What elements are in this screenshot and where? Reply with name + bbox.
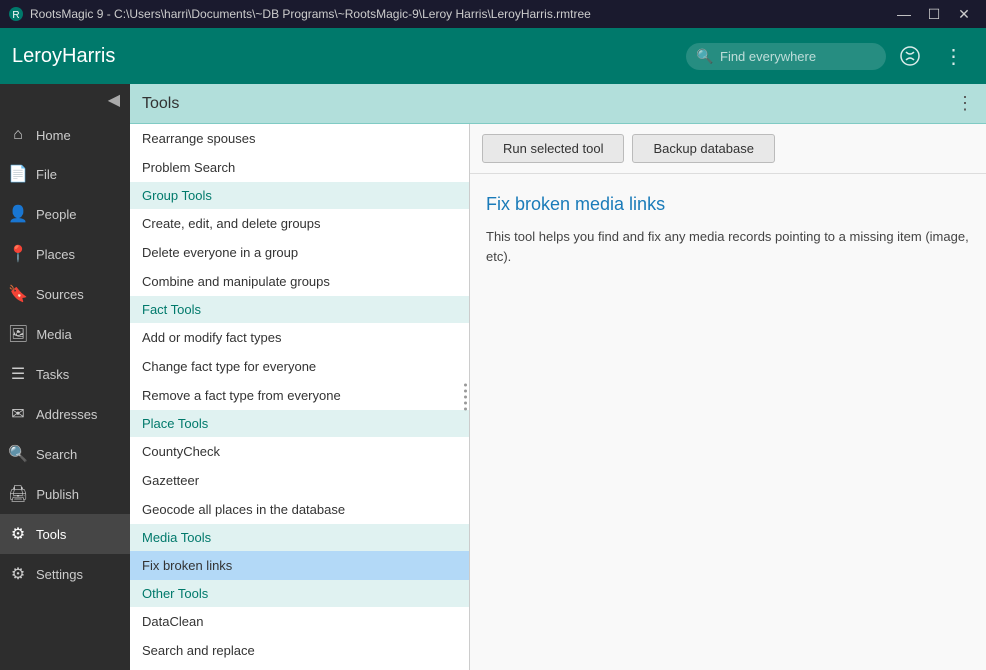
tools-menu-button[interactable]: ⋮ xyxy=(956,93,974,114)
sidebar-item-tasks[interactable]: ☰ Tasks xyxy=(0,354,130,394)
app-title: LeroyHarris xyxy=(12,45,686,68)
tool-list-item[interactable]: CountyCheck xyxy=(130,437,469,466)
resize-dot xyxy=(464,402,467,405)
home-icon: ⌂ xyxy=(8,126,28,144)
sidebar-item-label: File xyxy=(36,167,57,182)
tool-list-item[interactable]: Change fact type for everyone xyxy=(130,352,469,381)
sidebar-item-label: Settings xyxy=(36,567,83,582)
sidebar-item-search[interactable]: 🔍 Search xyxy=(0,434,130,474)
sidebar-item-label: Addresses xyxy=(36,407,97,422)
sidebar-item-file[interactable]: 📄 File xyxy=(0,154,130,194)
main-layout: ◀ ⌂ Home 📄 File 👤 People 📍 Places 🔖 Sour… xyxy=(0,84,986,670)
dna-button[interactable] xyxy=(890,36,930,76)
tools-title: Tools xyxy=(142,95,179,113)
sidebar-item-publish[interactable]: 🖨 Publish xyxy=(0,474,130,514)
resize-dot xyxy=(464,384,467,387)
sidebar-item-addresses[interactable]: ✉ Addresses xyxy=(0,394,130,434)
tool-list-item[interactable]: Gazetteer xyxy=(130,466,469,495)
tool-list-item[interactable]: Geocode all places in the database xyxy=(130,495,469,524)
tool-category: Media Tools xyxy=(130,524,469,551)
content-area: Tools ⋮ Rearrange spousesProblem SearchG… xyxy=(130,84,986,670)
tool-list-item[interactable]: Search and replace xyxy=(130,636,469,665)
kebab-icon: ⋮ xyxy=(944,44,965,69)
sidebar-item-home[interactable]: ⌂ Home xyxy=(0,116,130,154)
minimize-button[interactable]: — xyxy=(890,0,918,28)
sidebar-item-tools[interactable]: ⚙ Tools xyxy=(0,514,130,554)
tool-category: Group Tools xyxy=(130,182,469,209)
tools-list-panel: Rearrange spousesProblem SearchGroup Too… xyxy=(130,124,470,670)
app-header: LeroyHarris 🔍 ⋮ xyxy=(0,28,986,84)
people-icon: 👤 xyxy=(8,204,28,224)
sidebar-collapse-button[interactable]: ◀ xyxy=(104,88,124,112)
tasks-icon: ☰ xyxy=(8,364,28,384)
backup-database-button[interactable]: Backup database xyxy=(632,134,774,163)
sidebar-item-label: Tasks xyxy=(36,367,69,382)
header-menu-button[interactable]: ⋮ xyxy=(934,36,974,76)
search-icon: 🔍 xyxy=(696,48,713,65)
tool-list-item[interactable]: Rearrange spouses xyxy=(130,124,469,153)
sidebar-item-label: Publish xyxy=(36,487,79,502)
places-icon: 📍 xyxy=(8,244,28,264)
resize-dot xyxy=(464,396,467,399)
tool-list-item[interactable]: Enhanced properties list xyxy=(130,665,469,670)
sidebar-item-label: Tools xyxy=(36,527,66,542)
tool-list-item[interactable]: Combine and manipulate groups xyxy=(130,267,469,296)
tool-list-item[interactable]: Remove a fact type from everyone xyxy=(130,381,469,410)
tool-list-item[interactable]: Create, edit, and delete groups xyxy=(130,209,469,238)
sidebar-collapse-area: ◀ xyxy=(0,84,130,116)
tools-body: Rearrange spousesProblem SearchGroup Too… xyxy=(130,124,986,670)
app-icon: R xyxy=(8,6,24,22)
resize-dot xyxy=(464,390,467,393)
tool-category: Other Tools xyxy=(130,580,469,607)
sidebar-item-label: Sources xyxy=(36,287,84,302)
sidebar-item-settings[interactable]: ⚙ Settings xyxy=(0,554,130,594)
tool-list-item[interactable]: Delete everyone in a group xyxy=(130,238,469,267)
detail-title: Fix broken media links xyxy=(486,194,970,215)
sidebar-item-people[interactable]: 👤 People xyxy=(0,194,130,234)
sidebar-item-media[interactable]: 🖼 Media xyxy=(0,314,130,354)
tools-icon: ⚙ xyxy=(8,524,28,544)
detail-content: Fix broken media links This tool helps y… xyxy=(470,174,986,286)
title-bar: R RootsMagic 9 - C:\Users\harri\Document… xyxy=(0,0,986,28)
publish-icon: 🖨 xyxy=(8,484,28,504)
search-wrapper: 🔍 xyxy=(686,43,886,70)
sidebar-item-label: Home xyxy=(36,128,71,143)
title-bar-text: RootsMagic 9 - C:\Users\harri\Documents\… xyxy=(30,7,890,21)
tool-list-item[interactable]: Problem Search xyxy=(130,153,469,182)
tool-list-item[interactable]: DataClean xyxy=(130,607,469,636)
resize-handle[interactable] xyxy=(462,380,469,415)
search-input[interactable] xyxy=(686,43,886,70)
action-buttons-bar: Run selected tool Backup database xyxy=(470,124,986,174)
search-sidebar-icon: 🔍 xyxy=(8,444,28,464)
sidebar-item-sources[interactable]: 🔖 Sources xyxy=(0,274,130,314)
tool-list-item[interactable]: Fix broken links xyxy=(130,551,469,580)
sidebar-item-label: Search xyxy=(36,447,77,462)
sources-icon: 🔖 xyxy=(8,284,28,304)
resize-dot xyxy=(464,408,467,411)
sidebar-item-places[interactable]: 📍 Places xyxy=(0,234,130,274)
close-button[interactable]: ✕ xyxy=(950,0,978,28)
addresses-icon: ✉ xyxy=(8,404,28,424)
sidebar: ◀ ⌂ Home 📄 File 👤 People 📍 Places 🔖 Sour… xyxy=(0,84,130,670)
detail-description: This tool helps you find and fix any med… xyxy=(486,227,970,266)
settings-icon: ⚙ xyxy=(8,564,28,584)
file-icon: 📄 xyxy=(8,164,28,184)
tools-detail-panel: Run selected tool Backup database Fix br… xyxy=(470,124,986,670)
tool-list-item[interactable]: Add or modify fact types xyxy=(130,323,469,352)
tool-category: Place Tools xyxy=(130,410,469,437)
tools-list-scroll[interactable]: Rearrange spousesProblem SearchGroup Too… xyxy=(130,124,469,670)
svg-text:R: R xyxy=(12,10,19,21)
sidebar-item-label: People xyxy=(36,207,76,222)
run-tool-button[interactable]: Run selected tool xyxy=(482,134,624,163)
window-controls: — ☐ ✕ xyxy=(890,0,978,28)
maximize-button[interactable]: ☐ xyxy=(920,0,948,28)
sidebar-item-label: Media xyxy=(36,327,71,342)
sidebar-item-label: Places xyxy=(36,247,75,262)
tools-header: Tools ⋮ xyxy=(130,84,986,124)
tool-category: Fact Tools xyxy=(130,296,469,323)
media-icon: 🖼 xyxy=(8,324,28,344)
